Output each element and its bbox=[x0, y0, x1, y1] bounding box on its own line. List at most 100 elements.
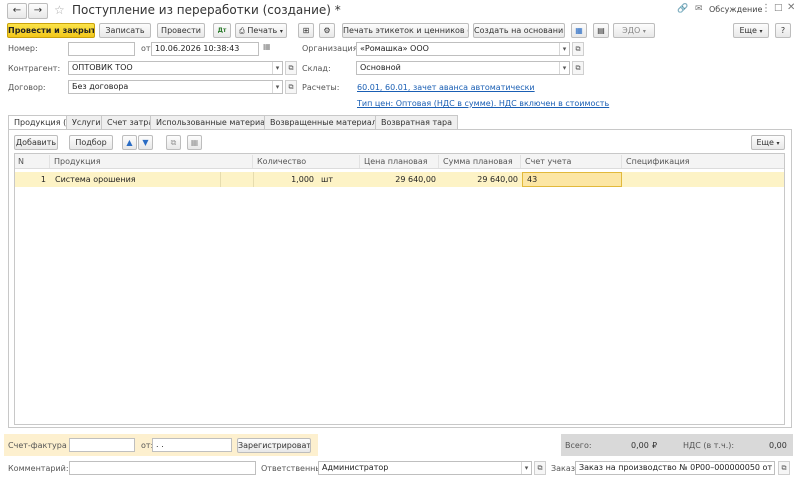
warehouse-label: Склад: bbox=[302, 64, 331, 73]
print-labels-button[interactable]: Печать этикеток и ценников (УАУ) bbox=[342, 23, 469, 38]
favorite-star-icon[interactable]: ☆ bbox=[54, 3, 65, 17]
settlements-link[interactable]: 60.01, 60.01, зачет аванса автоматически bbox=[357, 83, 535, 93]
row-unit[interactable]: шт bbox=[321, 173, 351, 186]
row-plan-sum[interactable]: 29 640,00 bbox=[440, 173, 518, 186]
open-link-icon[interactable]: ⧉ bbox=[285, 80, 297, 94]
order-field[interactable]: Заказ на производство № 0Р00–000000050 о… bbox=[575, 461, 775, 475]
row-divider bbox=[253, 172, 254, 187]
order-label: Заказ: bbox=[551, 464, 578, 473]
create-based-label: Создать на основании bbox=[474, 26, 565, 35]
organization-field[interactable]: «Ромашка» ООО ▾ bbox=[356, 42, 570, 56]
edo-button[interactable]: ЭДО ▾ bbox=[613, 23, 655, 38]
number-field[interactable] bbox=[68, 42, 135, 56]
col-plan-sum[interactable]: Сумма плановая bbox=[440, 155, 521, 168]
invoice-number-field[interactable] bbox=[69, 438, 135, 452]
row-quantity[interactable]: 1,000 bbox=[256, 173, 314, 186]
pick-button[interactable]: Подбор bbox=[69, 135, 113, 150]
vat-value: 0,00 bbox=[769, 441, 787, 450]
contractor-value: ОПТОВИК ТОО bbox=[72, 63, 133, 72]
chevron-down-icon[interactable]: ▾ bbox=[272, 81, 282, 93]
open-link-icon[interactable]: ⧉ bbox=[572, 42, 584, 56]
post-button[interactable]: Провести bbox=[157, 23, 205, 38]
col-specification[interactable]: Спецификация bbox=[623, 155, 784, 168]
move-up-icon[interactable]: ▲ bbox=[122, 135, 137, 150]
warehouse-field[interactable]: Основной ▾ bbox=[356, 61, 570, 75]
more-button[interactable]: Еще ▾ bbox=[733, 23, 769, 38]
report-icon[interactable]: ▦ bbox=[571, 23, 587, 38]
open-link-icon[interactable]: ⧉ bbox=[534, 461, 546, 475]
open-link-icon[interactable]: ⧉ bbox=[572, 61, 584, 75]
copy-icon[interactable]: ⧉ bbox=[166, 135, 181, 150]
table-more-button[interactable]: Еще ▾ bbox=[751, 135, 785, 150]
print-label: Печать bbox=[247, 26, 278, 35]
tab-returnable-containers[interactable]: Возвратная тара bbox=[375, 115, 459, 129]
contract-field[interactable]: Без договора ▾ bbox=[68, 80, 283, 94]
page-title: Поступление из переработки (создание) * bbox=[72, 3, 341, 17]
row-plan-price[interactable]: 29 640,00 bbox=[361, 173, 436, 186]
chevron-down-icon: ▾ bbox=[642, 28, 646, 35]
chevron-down-icon: ▾ bbox=[279, 28, 283, 35]
responsible-value: Администратор bbox=[322, 463, 389, 472]
table-icon[interactable]: ▦ bbox=[187, 135, 202, 150]
save-button[interactable]: Записать bbox=[99, 23, 151, 38]
open-link-icon[interactable]: ⧉ bbox=[285, 61, 297, 75]
chevron-down-icon[interactable]: ▾ bbox=[559, 43, 569, 55]
date-field[interactable]: 10.06.2026 10:38:43 bbox=[151, 42, 259, 56]
col-quantity[interactable]: Количество bbox=[254, 155, 360, 168]
total-value: 0,00 bbox=[631, 441, 649, 450]
structure-icon[interactable]: ⊞ bbox=[298, 23, 314, 38]
contract-value: Без договора bbox=[72, 82, 129, 91]
link-icon[interactable]: 🔗 bbox=[677, 4, 688, 14]
back-button[interactable]: ← bbox=[7, 3, 27, 19]
contractor-label: Контрагент: bbox=[8, 64, 61, 73]
comment-field[interactable] bbox=[69, 461, 256, 475]
print-button[interactable]: ⎙ Печать ▾ bbox=[235, 23, 287, 38]
vat-label: НДС (в т.ч.): bbox=[683, 441, 735, 450]
discussion-icon[interactable]: ✉ bbox=[695, 4, 703, 14]
invoice-date-field[interactable]: . . bbox=[152, 438, 232, 452]
responsible-field[interactable]: Администратор ▾ bbox=[318, 461, 532, 475]
settings-icon[interactable]: ⚙ bbox=[319, 23, 335, 38]
totals-panel bbox=[561, 434, 793, 456]
col-n[interactable]: N bbox=[15, 155, 50, 168]
help-button[interactable]: ? bbox=[775, 23, 791, 38]
row-product[interactable]: Система орошения bbox=[55, 173, 215, 186]
menu-dots-icon[interactable]: ⋮ bbox=[761, 3, 771, 14]
col-product[interactable]: Продукция bbox=[51, 155, 253, 168]
chevron-down-icon[interactable]: ▾ bbox=[521, 462, 531, 474]
post-and-close-button[interactable]: Провести и закрыть bbox=[7, 23, 95, 38]
calendar-icon[interactable]: ▦ bbox=[263, 42, 271, 51]
chevron-down-icon[interactable]: ▾ bbox=[559, 62, 569, 74]
currency-sign: ₽ bbox=[652, 441, 658, 450]
printer-icon: ⎙ bbox=[239, 27, 245, 35]
chevron-down-icon: ▾ bbox=[759, 28, 763, 35]
dt-kt-icon[interactable]: Дт bbox=[213, 23, 231, 38]
maximize-icon[interactable]: □ bbox=[774, 3, 783, 13]
row-n: 1 bbox=[40, 175, 46, 184]
create-based-button[interactable]: Создать на основании ▾ bbox=[473, 23, 565, 38]
discussion-link[interactable]: Обсуждение bbox=[709, 5, 762, 14]
edo-label: ЭДО bbox=[622, 26, 641, 35]
comment-label: Комментарий: bbox=[8, 464, 69, 473]
register-button[interactable]: Зарегистрировать bbox=[237, 438, 311, 453]
col-plan-price[interactable]: Цена плановая bbox=[361, 155, 439, 168]
document-icon[interactable]: ▤ bbox=[593, 23, 609, 38]
total-label: Всего: bbox=[565, 441, 592, 450]
more-label: Еще bbox=[739, 26, 757, 35]
forward-button[interactable]: → bbox=[28, 3, 48, 19]
document-window: ← → ☆ Поступление из переработки (создан… bbox=[0, 0, 800, 481]
col-account[interactable]: Счет учета bbox=[522, 155, 622, 168]
price-type-link[interactable]: Тип цен: Оптовая (НДС в сумме). НДС вклю… bbox=[357, 99, 609, 109]
chevron-down-icon[interactable]: ▾ bbox=[272, 62, 282, 74]
move-down-icon[interactable]: ▼ bbox=[138, 135, 153, 150]
warehouse-value: Основной bbox=[360, 63, 401, 72]
row-specification[interactable] bbox=[627, 173, 777, 186]
organization-label: Организация: bbox=[302, 44, 361, 53]
table-more-label: Еще bbox=[756, 138, 774, 147]
number-label: Номер: bbox=[8, 44, 38, 53]
contractor-field[interactable]: ОПТОВИК ТОО ▾ bbox=[68, 61, 283, 75]
row-account[interactable]: 43 bbox=[527, 173, 617, 186]
close-icon[interactable]: ✕ bbox=[787, 2, 795, 13]
open-link-icon[interactable]: ⧉ bbox=[778, 461, 790, 475]
add-row-button[interactable]: Добавить bbox=[14, 135, 58, 150]
